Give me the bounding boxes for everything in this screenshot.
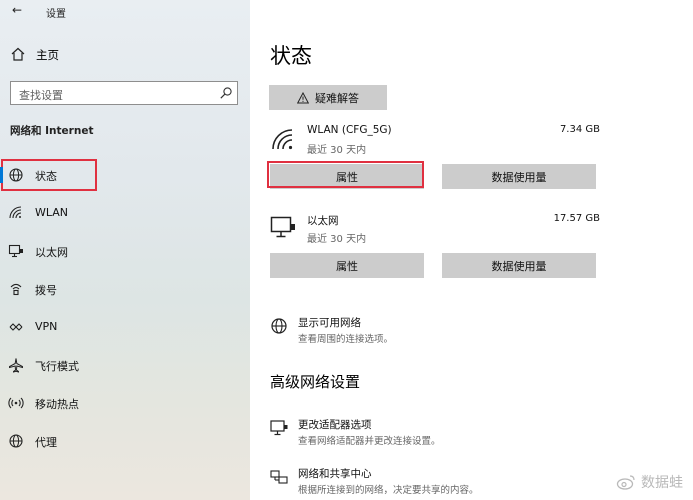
wifi-signal-icon	[272, 129, 293, 150]
network-wlan: WLAN (CFG_5G) 最近 30 天内 7.34 GB	[270, 124, 600, 158]
link-title: 显示可用网络	[298, 317, 361, 329]
sidebar-item-dialup[interactable]: 拨号	[0, 275, 250, 303]
sidebar-item-label: WLAN	[35, 206, 69, 219]
sidebar-item-mobile-hotspot[interactable]: 移动热点	[0, 389, 250, 417]
sidebar-item-label: 飞行模式	[35, 360, 79, 373]
ethernet-icon	[8, 244, 23, 258]
sidebar-item-label: 主页	[36, 48, 59, 62]
ethernet-monitor-icon	[270, 216, 295, 238]
globe-icon	[9, 168, 23, 182]
adapter-monitor-icon	[270, 420, 288, 436]
page-title: 状态	[270, 44, 312, 68]
vpn-icon	[9, 323, 23, 331]
sidebar: ← 设置 主页 查找设置 网络和 Internet 状态 WLAN 以太网 拨号…	[0, 0, 250, 500]
network-period: 最近 30 天内	[307, 145, 367, 156]
main-content: 状态 疑难解答 WLAN (CFG_5G) 最近 30 天内 7.34 GB 属…	[250, 0, 693, 500]
network-ethernet: 以太网 最近 30 天内 17.57 GB	[270, 213, 600, 247]
home-icon	[11, 47, 25, 61]
window-title: 设置	[46, 9, 66, 20]
sidebar-item-label: VPN	[35, 320, 58, 333]
sidebar-item-label: 代理	[35, 436, 57, 449]
troubleshoot-label: 疑难解答	[315, 91, 359, 105]
sidebar-item-label: 移动热点	[35, 398, 79, 411]
troubleshoot-button[interactable]: 疑难解答	[269, 85, 387, 110]
link-title: 更改适配器选项	[298, 419, 372, 431]
data-usage-label: 数据使用量	[491, 259, 547, 273]
sidebar-item-airplane-mode[interactable]: 飞行模式	[0, 351, 250, 379]
network-usage-size: 17.57 GB	[553, 213, 600, 224]
section-label: 网络和 Internet	[10, 125, 94, 137]
sidebar-item-label: 状态	[35, 170, 57, 183]
sharing-center-icon	[270, 470, 288, 484]
ethernet-properties-button[interactable]: 属性	[270, 253, 424, 278]
properties-highlight-box	[267, 161, 424, 188]
search-icon[interactable]	[219, 86, 233, 100]
ethernet-data-usage-button[interactable]: 数据使用量	[442, 253, 596, 278]
sidebar-item-status[interactable]: 状态	[0, 161, 250, 189]
sidebar-item-proxy[interactable]: 代理	[0, 427, 250, 455]
network-name: 以太网	[307, 215, 339, 227]
network-sharing-center-link[interactable]: 网络和共享中心 根据所连接到的网络，决定要共享的内容。	[270, 466, 670, 498]
wifi-icon	[9, 206, 22, 219]
link-description: 根据所连接到的网络，决定要共享的内容。	[298, 485, 479, 496]
warning-icon	[297, 91, 309, 103]
back-arrow-icon[interactable]: ←	[12, 3, 22, 17]
sidebar-item-wlan[interactable]: WLAN	[0, 199, 250, 227]
watermark-text: 数据蛙	[641, 475, 683, 491]
network-usage-size: 7.34 GB	[559, 124, 600, 135]
show-available-networks-link[interactable]: 显示可用网络 查看周围的连接选项。	[270, 315, 670, 347]
sidebar-item-ethernet[interactable]: 以太网	[0, 237, 250, 265]
sidebar-item-vpn[interactable]: VPN	[0, 313, 250, 341]
network-period: 最近 30 天内	[307, 234, 367, 245]
link-title: 网络和共享中心	[298, 468, 372, 480]
link-description: 查看周围的连接选项。	[298, 334, 394, 345]
search-input[interactable]: 查找设置	[10, 81, 238, 105]
link-description: 查看网络适配器并更改连接设置。	[298, 436, 441, 447]
search-placeholder: 查找设置	[19, 89, 63, 102]
advanced-settings-heading: 高级网络设置	[270, 373, 361, 391]
airplane-icon	[9, 358, 23, 373]
sidebar-item-label: 以太网	[35, 246, 68, 259]
network-name: WLAN (CFG_5G)	[307, 124, 392, 136]
dialup-icon	[10, 283, 22, 296]
change-adapter-options-link[interactable]: 更改适配器选项 查看网络适配器并更改连接设置。	[270, 417, 670, 449]
proxy-globe-icon	[9, 434, 23, 448]
sidebar-item-label: 拨号	[35, 284, 57, 297]
data-usage-label: 数据使用量	[491, 170, 547, 184]
wlan-data-usage-button[interactable]: 数据使用量	[442, 164, 596, 189]
properties-label: 属性	[336, 259, 358, 273]
sidebar-item-home[interactable]: 主页	[0, 44, 250, 66]
title-bar: ← 设置	[0, 0, 250, 22]
globe-network-icon	[271, 318, 287, 334]
weibo-logo-icon	[616, 475, 635, 490]
hotspot-icon	[8, 397, 24, 409]
watermark: 数据蛙	[616, 472, 683, 492]
